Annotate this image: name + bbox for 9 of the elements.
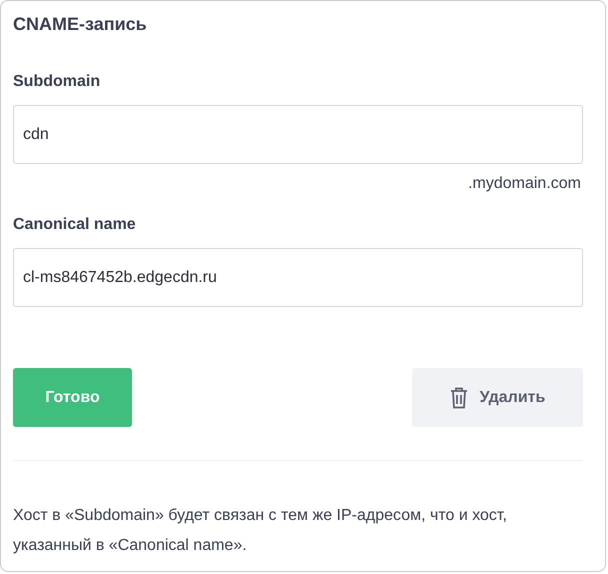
delete-button[interactable]: Удалить xyxy=(412,368,583,427)
input-field[interactable]: cl-ms8467452b.edgecdn.ru xyxy=(13,248,583,307)
help-text: Хост в «Subdomain» будет связан с тем же IP-адресом, что и хост, указанный в «Canonical name». xyxy=(13,506,508,556)
form-title: CNAME-запись xyxy=(13,13,148,36)
field-label: Subdomain xyxy=(13,72,102,92)
trash-icon xyxy=(450,386,468,408)
field-label: Canonical name xyxy=(13,215,137,235)
domain-suffix: .mydomain.com xyxy=(467,174,581,194)
input-field[interactable]: cdn xyxy=(13,105,583,164)
